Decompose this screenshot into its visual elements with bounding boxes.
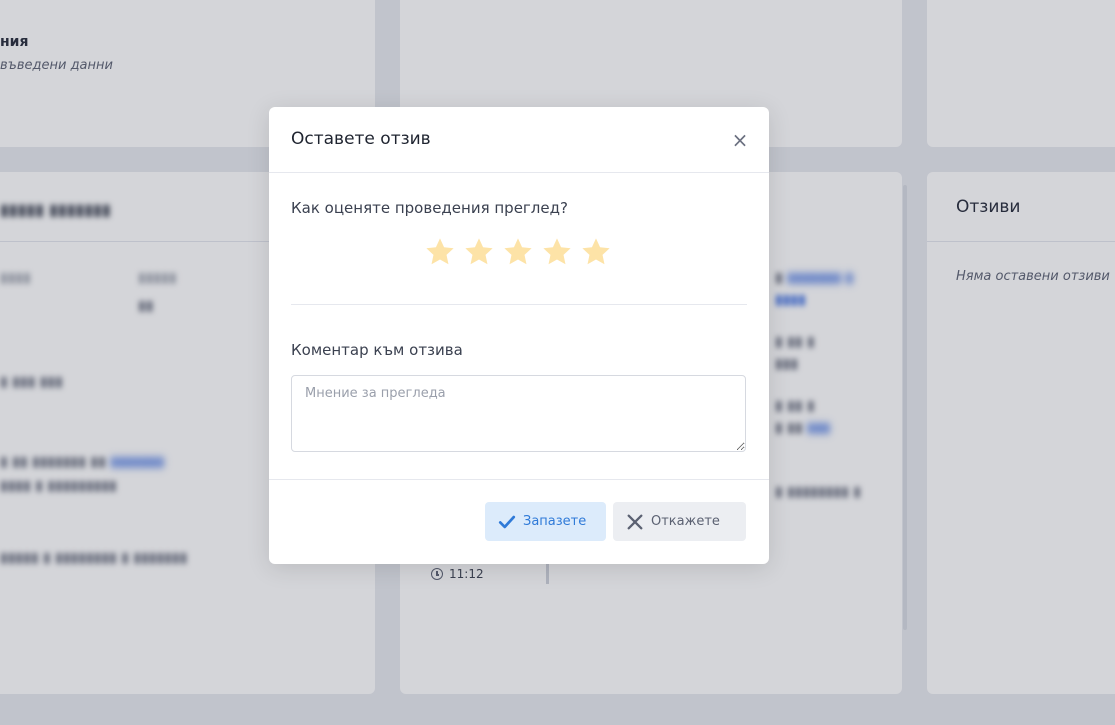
- cancel-button[interactable]: Откажете: [613, 502, 746, 541]
- star-icon-4[interactable]: [541, 236, 573, 268]
- section-divider: [291, 304, 747, 305]
- check-icon: [498, 515, 516, 528]
- rating-question: Как оценяте проведения преглед?: [291, 199, 568, 217]
- star-icon-2[interactable]: [463, 236, 495, 268]
- star-rating[interactable]: [424, 236, 612, 268]
- save-button[interactable]: Запазете: [485, 502, 606, 541]
- star-icon-1[interactable]: [424, 236, 456, 268]
- star-icon-3[interactable]: [502, 236, 534, 268]
- save-button-label: Запазете: [523, 514, 587, 529]
- cancel-button-label: Откажете: [651, 514, 720, 529]
- star-icon-5[interactable]: [580, 236, 612, 268]
- comment-label: Коментар към отзива: [291, 341, 463, 359]
- dialog-title: Оставете отзив: [291, 129, 431, 149]
- review-dialog: Оставете отзив × Как оценяте проведения …: [269, 107, 769, 564]
- comment-textarea[interactable]: [291, 375, 746, 452]
- footer-divider: [269, 479, 769, 480]
- dialog-header: Оставете отзив ×: [269, 107, 769, 173]
- close-icon[interactable]: ×: [730, 130, 750, 150]
- x-icon: [627, 514, 643, 529]
